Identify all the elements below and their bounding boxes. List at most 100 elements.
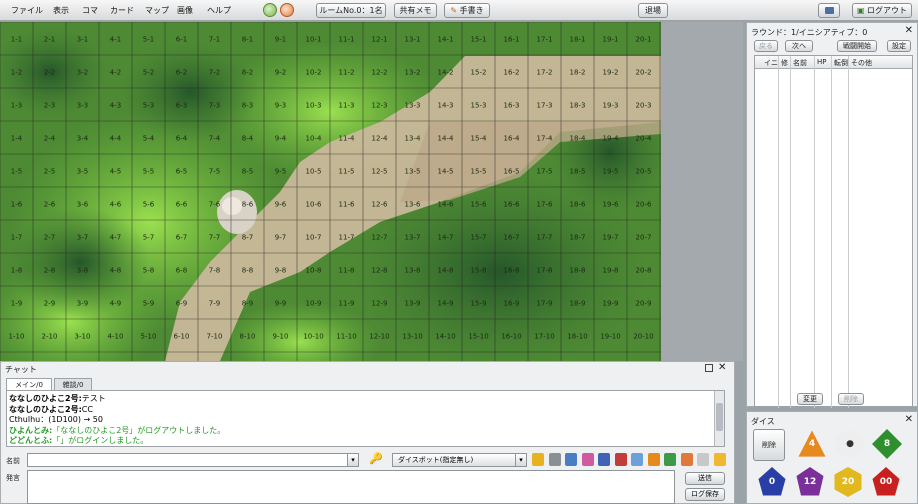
grid-cell-label: 3-1 [77,36,88,44]
grid-cell-label: 16-10 [501,333,521,341]
grid-cell-label: 2-6 [44,201,56,209]
menu-help[interactable]: ヘルプ [207,5,231,16]
grid-cell-label: 17-3 [537,102,553,110]
d6-icon[interactable]: ● [836,429,864,459]
logout-label: ログアウト [867,6,908,15]
logout-button[interactable]: ▣ ログアウト [852,3,912,18]
name-input[interactable] [27,453,349,467]
grid-cell-label: 12-5 [372,168,388,176]
grid-cell-label: 20-2 [636,69,652,77]
speech-input[interactable] [27,470,675,504]
scrollbar-thumb[interactable] [716,403,723,431]
camera-icon[interactable] [818,3,840,18]
chevron-down-icon[interactable]: ▾ [347,453,359,467]
grid-cell-label: 10-10 [303,333,323,341]
d8-icon[interactable]: 8 [872,429,902,459]
col-other[interactable]: その他 [851,58,872,68]
start-battle-button[interactable]: 戦闘開始 [837,40,877,52]
smile-icon[interactable] [713,453,726,466]
die-face-label: 00 [879,477,893,487]
grid-cell-label: 17-7 [537,234,553,242]
key-icon[interactable]: 🔑 [369,452,383,465]
d20-icon[interactable]: 20 [834,467,862,497]
menu-view[interactable]: 表示 [53,5,69,16]
menu-map[interactable]: マップ [145,5,169,16]
grid-cell-label: 11-1 [339,36,355,44]
zoom-out-icon[interactable] [280,3,294,17]
settings-button[interactable]: 設定 [887,40,911,52]
document-icon[interactable] [697,453,709,466]
col-fallen[interactable]: 転倒 [834,58,848,68]
menu-image[interactable]: 画像 [177,5,193,16]
grid-cell-label: 18-6 [570,201,586,209]
grid-cell-label: 9-9 [275,300,286,308]
next-button[interactable]: 次へ [785,40,813,52]
d12-icon[interactable]: 12 [796,467,824,496]
handwriting-button[interactable]: ✎ 手書き [444,3,490,18]
shared-memo-button[interactable]: 共有メモ [394,3,437,18]
zoom-in-icon[interactable] [263,3,277,17]
d100-icon[interactable]: 00 [872,467,900,496]
grid-cell-label: 6-7 [176,234,187,242]
dicebot-select[interactable]: ダイスボット(指定無し) [392,453,516,467]
grid-cell-label: 8-5 [242,168,253,176]
col-hp[interactable]: HP [817,58,827,66]
grid-cell-label: 2-7 [44,234,55,242]
initiative-table[interactable]: イニ 修 名前 HP 転倒 その他 [754,55,913,408]
chat-scrollbar[interactable] [714,391,724,446]
grid-cell-label: 11-7 [339,234,355,242]
grid-cell-label: 1-10 [9,333,25,341]
grid-cell-label: 12-1 [372,36,388,44]
map-grid[interactable]: 1-1 2-1 3-1 4-1 5-1 6-1 7-1 8-1 9-1 10-1 11-1 12-1 1… [0,22,661,361]
map-board[interactable]: 1-1 2-1 3-1 4-1 5-1 6-1 7-1 8-1 9-1 10-1 11-1 12-1 1… [0,22,661,361]
close-icon[interactable]: ✕ [905,25,913,36]
lightbulb-icon[interactable] [532,453,544,466]
grid-cell-label: 8-2 [242,69,253,77]
grid-cell-label: 15-2 [471,69,487,77]
speaker-icon[interactable] [614,453,627,466]
grid-cell-label: 12-9 [372,300,388,308]
chevron-down-icon[interactable]: ▾ [515,453,527,467]
grid-cell-label: 15-8 [471,267,487,275]
grid-cell-label: 18-5 [570,168,586,176]
room-info-button[interactable]: ルームNo.0：1名 [316,3,386,18]
grid-cell-label: 16-7 [504,234,520,242]
font-icon[interactable] [598,453,610,466]
d10-icon[interactable]: 0 [758,467,786,496]
leave-button[interactable]: 退場 [638,3,668,18]
memo-icon[interactable] [664,453,676,466]
grid-cell-label: 3-6 [77,201,89,209]
grid-cell-label: 11-5 [339,168,355,176]
col-name[interactable]: 名前 [793,58,807,68]
grid-cell-label: 3-10 [75,333,91,341]
grid-cell-label: 14-4 [438,135,454,143]
grid-cell-label: 3-2 [77,69,88,77]
grid-cell-label: 12-2 [372,69,388,77]
change-button[interactable]: 変更 [797,393,823,405]
send-button[interactable]: 送信 [685,472,725,485]
cut-in-icon[interactable] [647,453,660,466]
close-icon[interactable]: ✕ [905,414,913,425]
menu-file[interactable]: ファイル [11,5,43,16]
minimize-icon[interactable] [705,364,713,372]
back-button[interactable]: 戻る [754,40,778,52]
palette-icon[interactable] [581,453,594,466]
grid-cell-label: 10-8 [306,267,322,275]
dice-delete-button[interactable]: 削除 [753,429,785,461]
face-icon[interactable] [680,453,693,466]
col-initiative[interactable]: イニ [764,58,778,68]
bell-icon[interactable] [631,453,643,466]
col-modifier[interactable]: 修 [781,58,788,68]
delete-initiative-button[interactable]: 削除 [838,393,864,405]
menu-card[interactable]: カード [110,5,134,16]
name-label: 名前 [6,457,20,465]
log-save-button[interactable]: ログ保存 [685,488,725,501]
grid-cell-label: 19-10 [600,333,620,341]
d4-icon[interactable]: 4 [798,430,826,457]
clock-icon[interactable] [548,453,561,466]
card-icon[interactable] [565,453,577,466]
chat-log[interactable]: ななしのひよこ2号:テスト ななしのひよこ2号:CC Cthulhu：(1D100)… [6,390,725,447]
close-icon[interactable]: ✕ [718,362,726,373]
menu-piece[interactable]: コマ [82,5,98,16]
chat-message: ひよんとみ:「ななしのひよこ2号」がログアウトしました。 [9,425,225,436]
